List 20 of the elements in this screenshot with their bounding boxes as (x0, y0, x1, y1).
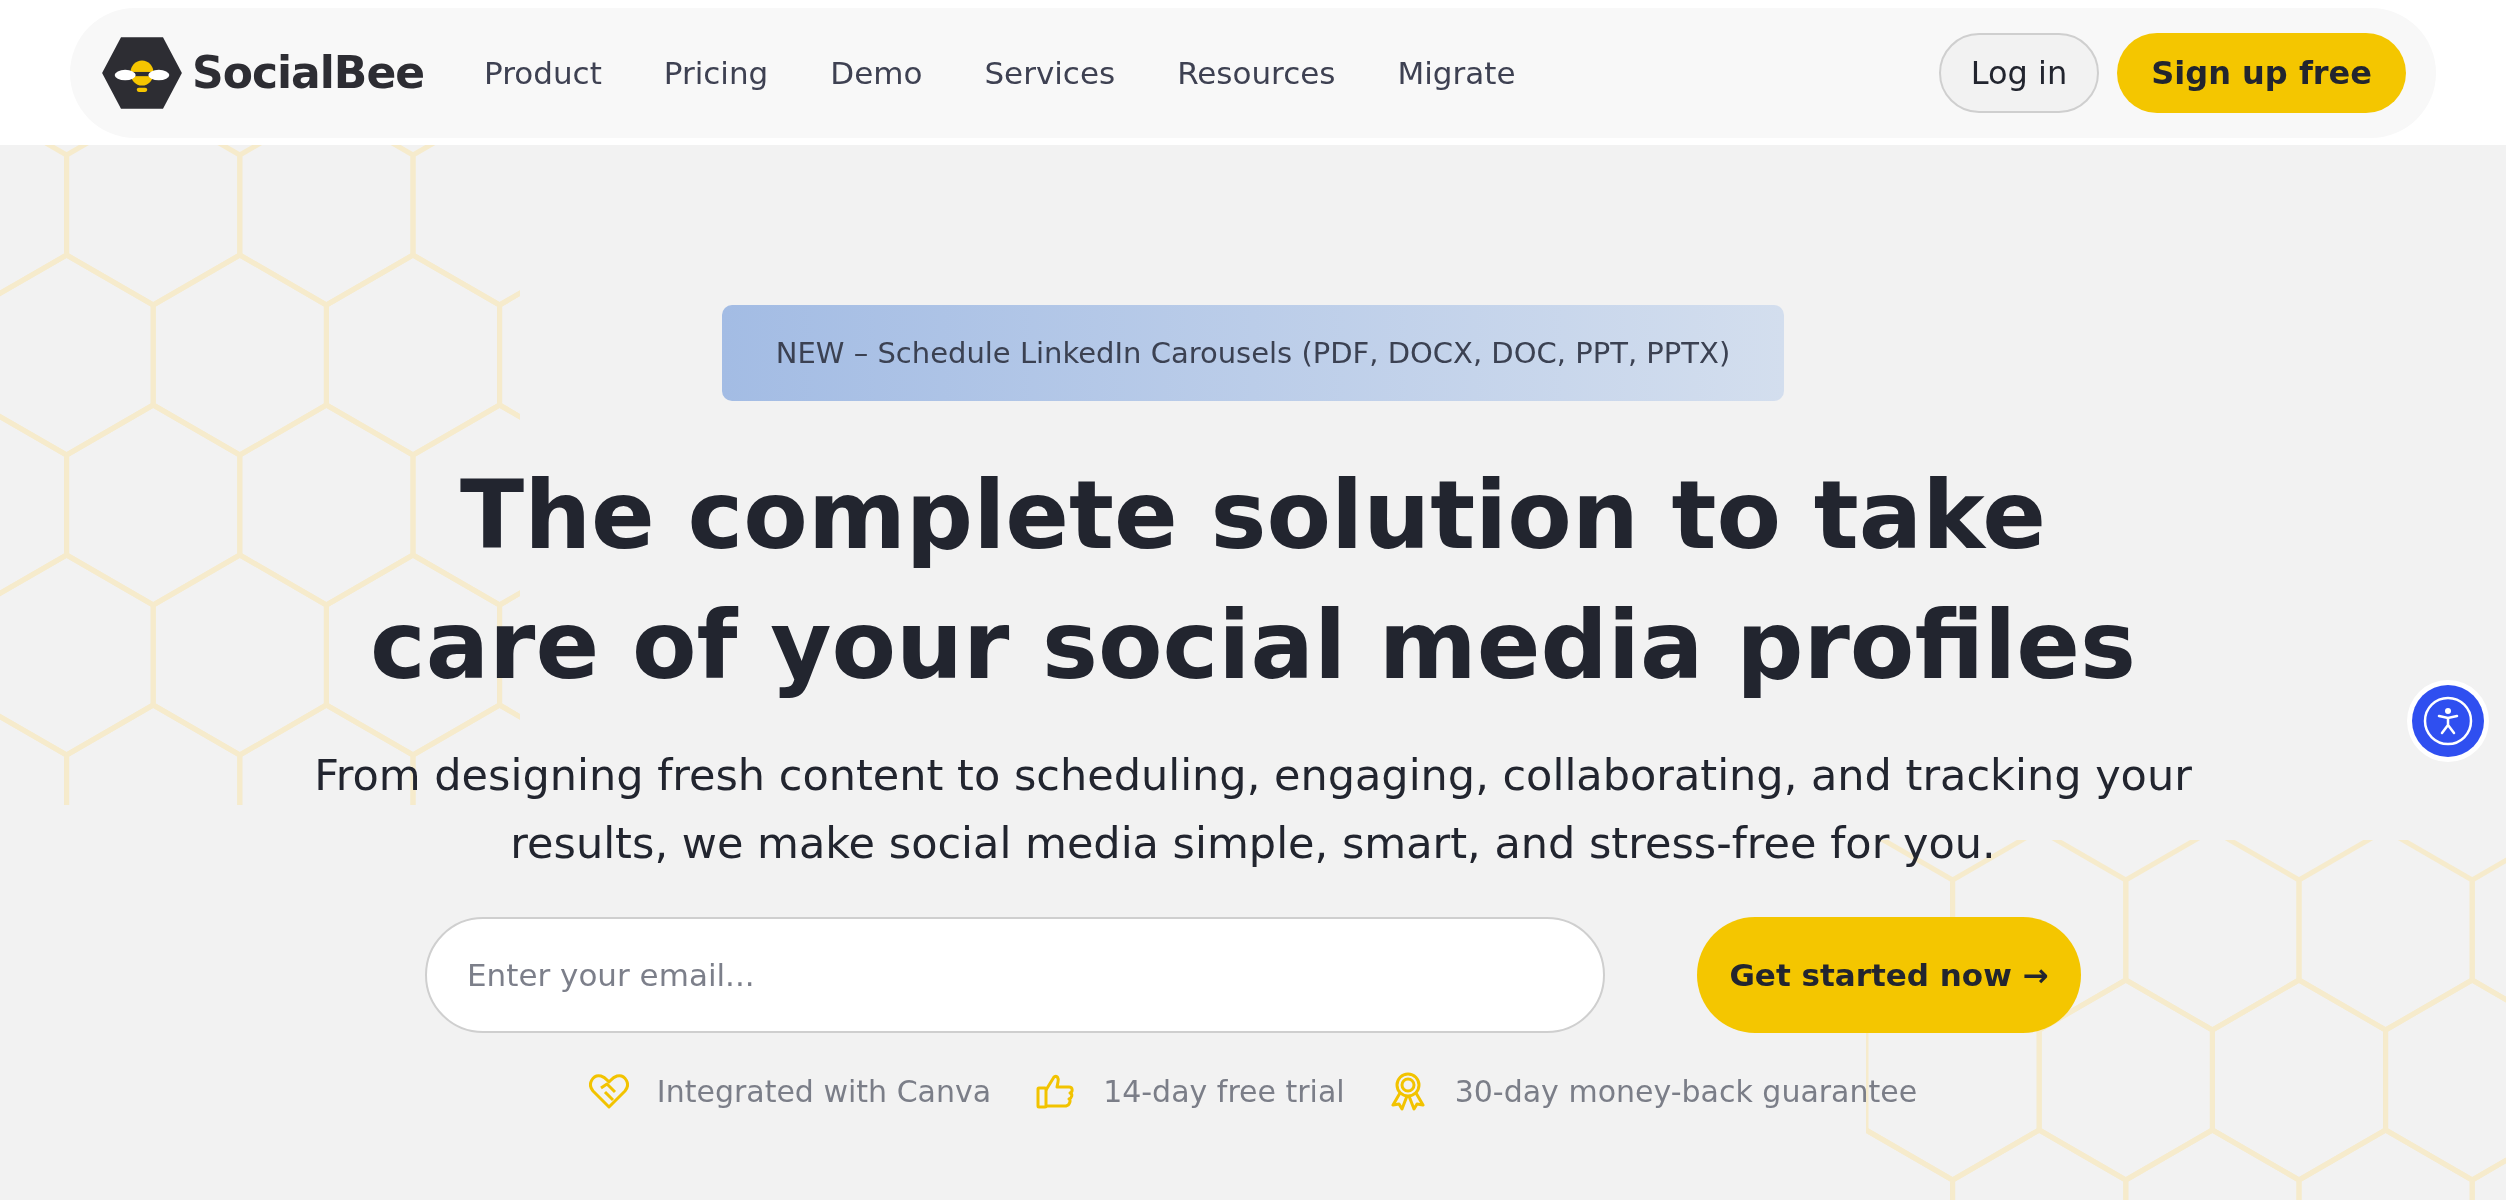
thumbs-up-icon (1035, 1072, 1076, 1110)
get-started-button[interactable]: Get started now → (1697, 917, 2081, 1033)
logo-wordmark[interactable]: SocialBee (192, 47, 425, 98)
nav-link[interactable]: Pricing (663, 54, 769, 91)
login-button[interactable]: Log in (1938, 32, 2100, 113)
nav-link[interactable]: Product (484, 54, 602, 91)
hero-subtitle: From designing fresh content to scheduling, engaging, collaborating, and tracking your results, we make social media simple, smart, and stress-free for you. (313, 749, 2193, 870)
hero-headline: The complete solution to take care of your social media profiles (368, 460, 2138, 702)
email-field[interactable]: Enter your email... (425, 917, 1605, 1033)
nav-link[interactable]: Services (984, 54, 1116, 91)
announcement-banner[interactable]: NEW – Schedule LinkedIn Carousels (PDF, DOCX, DOC, PPT, PPTX) (721, 305, 1785, 401)
bee-logo-icon[interactable] (100, 34, 184, 111)
feature-label: 14-day free trial (1103, 1073, 1345, 1109)
heart-handshake-icon (588, 1072, 629, 1110)
nav-link[interactable]: Migrate (1397, 54, 1516, 91)
nav-link[interactable]: Resources (1177, 54, 1336, 91)
signup-button[interactable]: Sign up free (2117, 32, 2406, 113)
feature-label: 30-day money-back guarantee (1454, 1073, 1918, 1109)
feature-label: Integrated with Canva (656, 1073, 992, 1109)
nav-link[interactable]: Demo (830, 54, 923, 91)
